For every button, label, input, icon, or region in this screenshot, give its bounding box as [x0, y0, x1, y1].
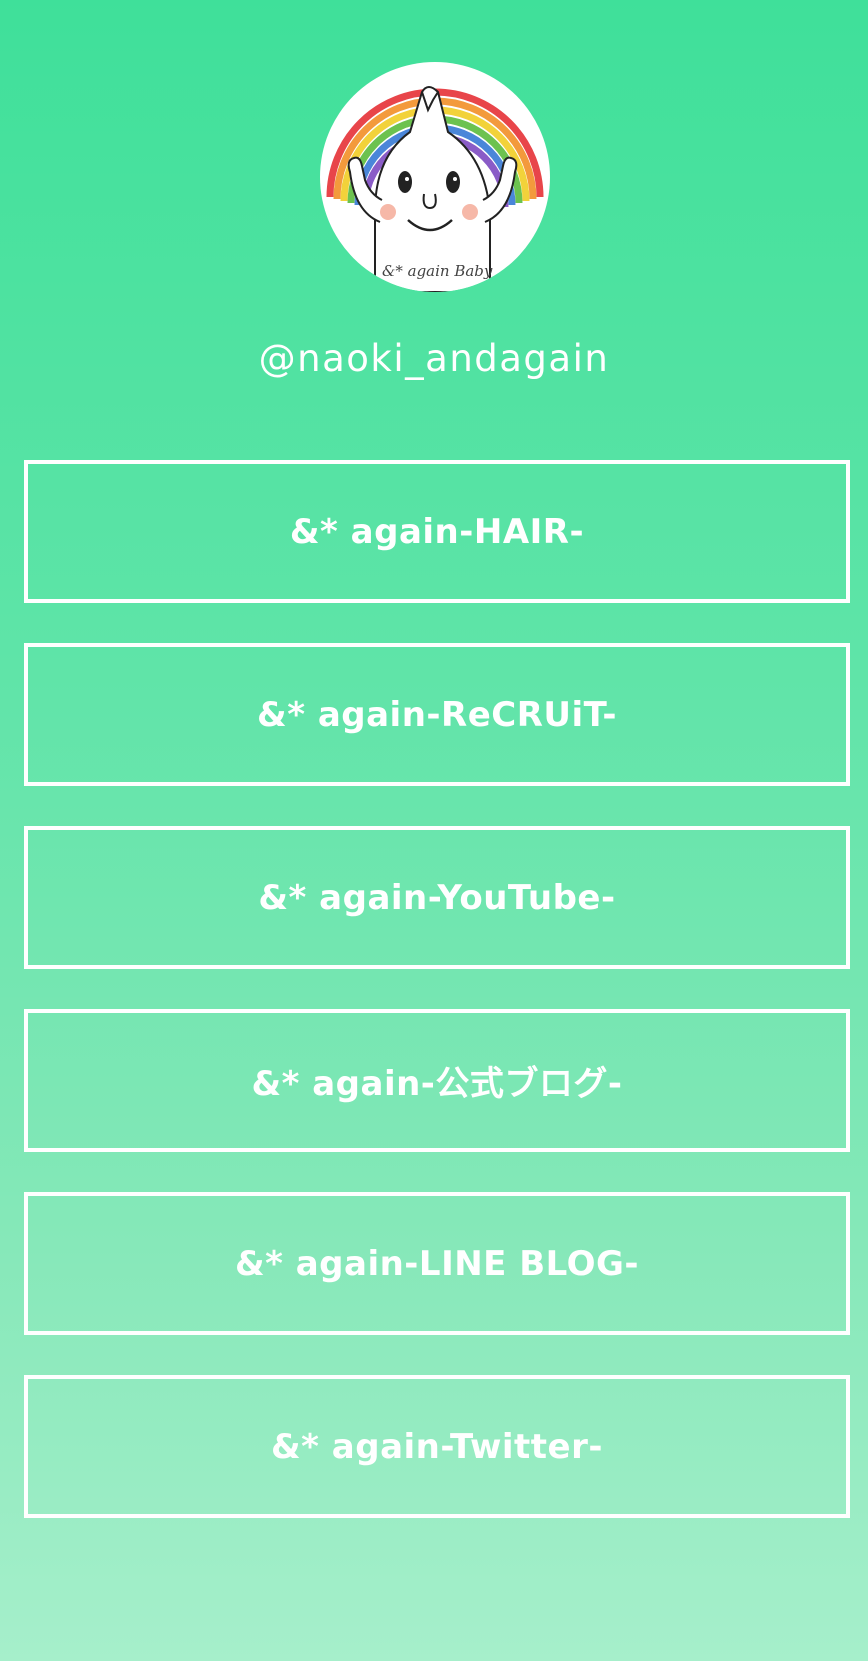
rainbow-mascot-avatar-icon: &* again Baby	[326, 86, 544, 292]
link-button-hair[interactable]: &* again-HAIR-	[24, 460, 850, 603]
link-list: &* again-HAIR- &* again-ReCRUiT- &* agai…	[24, 460, 850, 1558]
link-button-twitter[interactable]: &* again-Twitter-	[24, 1375, 850, 1518]
link-button-recruit[interactable]: &* again-ReCRUiT-	[24, 643, 850, 786]
profile-username: @naoki_andagain	[258, 337, 610, 380]
link-button-official-blog[interactable]: &* again-公式ブログ-	[24, 1009, 850, 1152]
profile-avatar: &* again Baby	[320, 62, 550, 292]
link-button-youtube[interactable]: &* again-YouTube-	[24, 826, 850, 969]
svg-text:&* again Baby: &* again Baby	[382, 262, 493, 280]
link-button-line-blog[interactable]: &* again-LINE BLOG-	[24, 1192, 850, 1335]
